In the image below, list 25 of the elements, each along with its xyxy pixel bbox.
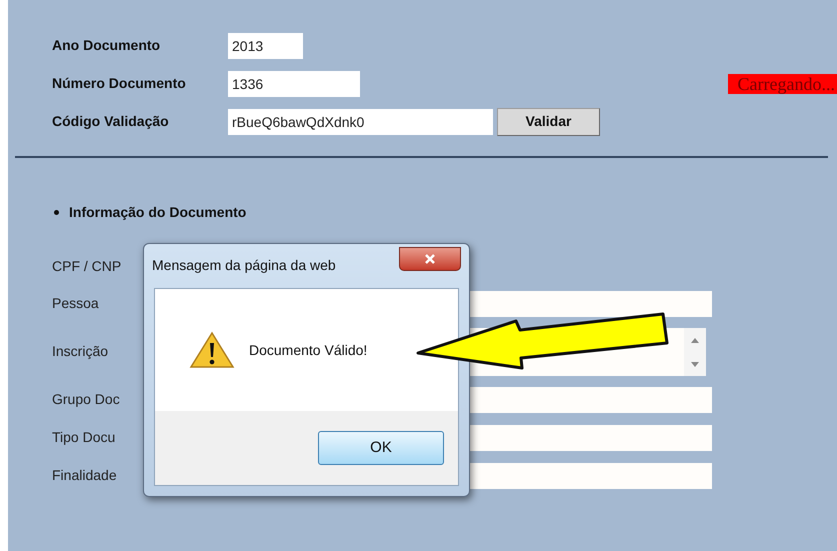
field-label: Ano Documento [52,36,162,55]
field-label: Finalidade [52,467,117,483]
loading-indicator: Carregando... [728,74,837,94]
ok-button[interactable]: OK [318,431,444,465]
close-icon [425,254,435,264]
section-title: Informação do Documento [69,203,246,222]
dialog-message: Documento Válido! [249,340,368,360]
input-field[interactable]: 2013 [228,32,303,58]
field-label: CPF / CNP [52,258,122,274]
field-label: Número Documento [52,74,187,93]
field-label: Inscrição [52,343,108,359]
input-field[interactable]: rBueQ6bawQdXdnk0 [228,108,493,134]
warning-icon [189,331,235,369]
up-arrow-icon[interactable] [691,338,699,342]
field-label: Pessoa [52,295,99,311]
input-field[interactable]: 1336 [228,70,360,96]
close-button[interactable] [399,247,461,271]
field-label: Código Validação [52,112,170,131]
field-label: Grupo Doc [52,391,120,407]
validate-button[interactable]: Validar [497,108,600,136]
dialog-title: Mensagem da página da web [152,256,336,275]
field-label: Tipo Docu [52,429,116,445]
scrollbar[interactable] [684,328,706,376]
down-arrow-icon[interactable] [691,362,699,366]
bullet-icon [54,210,59,215]
